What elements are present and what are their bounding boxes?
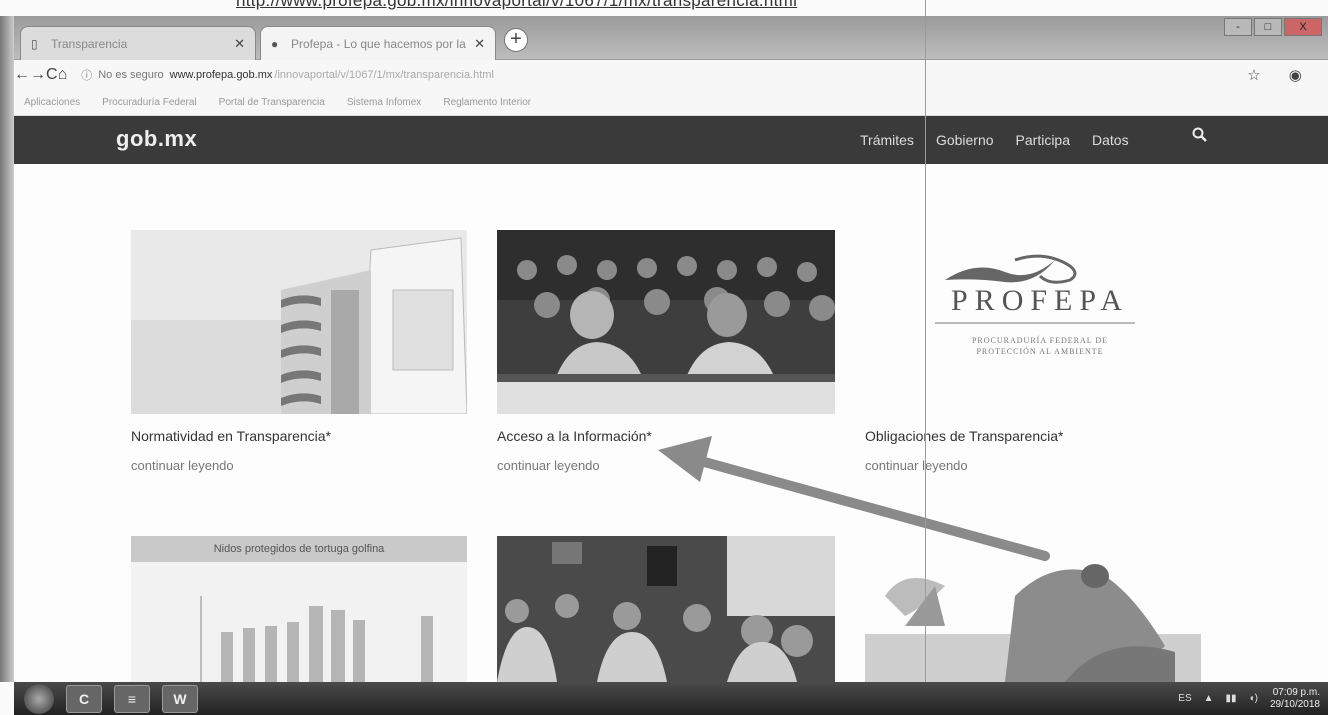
- tray-arrow-icon[interactable]: ▲: [1204, 693, 1214, 704]
- language-indicator[interactable]: ES: [1178, 693, 1191, 704]
- taskbar-word-app[interactable]: W: [162, 684, 198, 713]
- clock-date: 29/10/2018: [1269, 698, 1320, 710]
- start-button[interactable]: [24, 683, 54, 714]
- taskbar-chrome-app[interactable]: C: [66, 684, 102, 713]
- taskbar-files-app[interactable]: ≡: [114, 684, 150, 713]
- clock[interactable]: 07:09 p.m. 29/10/2018: [1270, 687, 1320, 711]
- annotation-arrow: [658, 436, 1050, 561]
- volume-icon[interactable]: ◖): [1249, 693, 1258, 704]
- network-icon[interactable]: ▮▮: [1226, 693, 1237, 704]
- system-tray: ES ▲ ▮▮ ◖) 07:09 p.m. 29/10/2018: [1178, 687, 1328, 711]
- scan-fold-line: [925, 0, 926, 715]
- clock-time: 07:09 p.m.: [1272, 686, 1320, 698]
- os-taskbar: C ≡ W ES ▲ ▮▮ ◖) 07:09 p.m. 29/10/2018: [14, 682, 1328, 715]
